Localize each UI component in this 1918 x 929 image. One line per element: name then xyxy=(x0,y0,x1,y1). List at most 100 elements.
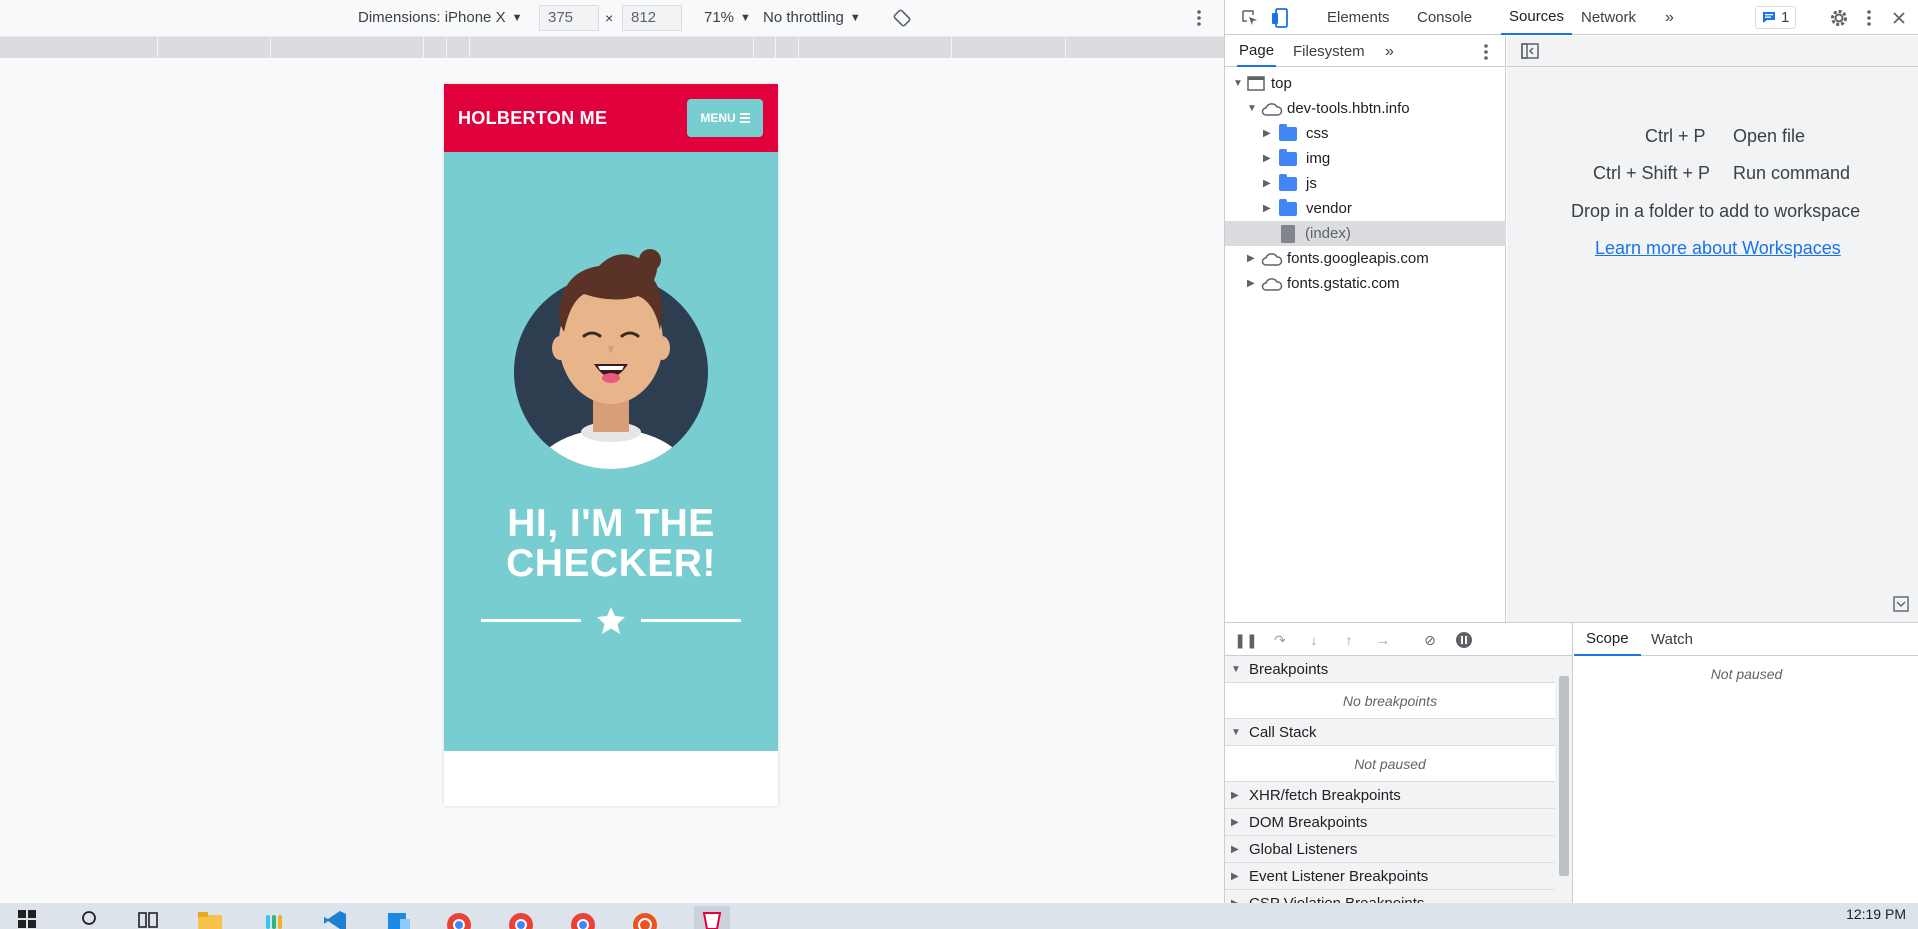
chrome-beta-icon[interactable] xyxy=(570,906,596,929)
tree-item-folder-js[interactable]: ▶ js xyxy=(1225,171,1506,196)
open-file-shortcut-keys: Ctrl + P xyxy=(1645,126,1706,146)
folder-icon xyxy=(1279,198,1297,216)
inspect-element-icon[interactable] xyxy=(1239,0,1261,35)
editor-pane: Ctrl + P Open file Ctrl + Shift + P Run … xyxy=(1507,36,1918,622)
tree-item-folder-css[interactable]: ▶ css xyxy=(1225,121,1506,146)
pause-on-exceptions-icon[interactable] xyxy=(1455,631,1473,649)
more-navigator-tabs-icon[interactable]: » xyxy=(1385,36,1394,67)
taskbar-clock: 12:19 PM xyxy=(1846,906,1906,922)
chrome-icon[interactable] xyxy=(446,906,472,929)
tab-elements[interactable]: Elements xyxy=(1327,0,1390,35)
media-query-ruler[interactable] xyxy=(0,36,1224,59)
tab-page[interactable]: Page xyxy=(1237,36,1277,67)
toggle-navigator-icon[interactable] xyxy=(1521,43,1539,59)
cloud-icon xyxy=(1261,252,1283,266)
step-over-icon[interactable]: ↷ xyxy=(1271,631,1289,649)
scope-watch-pane: Scope Watch Not paused xyxy=(1574,623,1918,904)
slack-icon[interactable] xyxy=(261,906,287,929)
devtools-tabbar: Elements Console Sources Network » 1 xyxy=(1225,0,1918,35)
throttling-dropdown[interactable]: No throttling ▼ xyxy=(763,0,861,35)
tree-label-gstatic: fonts.gstatic.com xyxy=(1287,275,1400,292)
tab-filesystem[interactable]: Filesystem xyxy=(1293,36,1365,67)
device-toolbar-toggle-icon[interactable] xyxy=(1269,0,1291,35)
star-divider xyxy=(481,607,741,634)
device-width-input[interactable] xyxy=(539,4,599,31)
tree-item-gstatic[interactable]: ▶ fonts.gstatic.com xyxy=(1225,271,1506,296)
chevron-down-icon: ▼ xyxy=(511,11,523,24)
chrome-profile-icon[interactable] xyxy=(508,906,534,929)
file-explorer-icon[interactable] xyxy=(197,906,223,929)
close-icon[interactable] xyxy=(1891,0,1907,35)
avatar-illustration xyxy=(514,249,708,469)
event-listener-breakpoints-header[interactable]: ▶ Event Listener Breakpoints xyxy=(1225,863,1555,890)
step-icon[interactable]: → xyxy=(1374,631,1392,649)
toggle-debugger-icon[interactable] xyxy=(1893,596,1909,612)
issues-count: 1 xyxy=(1781,9,1790,26)
navigator-menu-icon[interactable] xyxy=(1483,36,1489,67)
more-options-icon[interactable] xyxy=(1196,0,1202,35)
open-file-label: Open file xyxy=(1733,126,1806,146)
tree-item-index[interactable]: (index) xyxy=(1225,221,1506,246)
issues-badge[interactable]: 1 xyxy=(1755,0,1797,35)
tree-label-top: top xyxy=(1271,75,1292,92)
store-app-icon[interactable] xyxy=(386,906,412,929)
menu-button[interactable]: MENU xyxy=(687,99,763,137)
learn-workspaces-link[interactable]: Learn more about Workspaces xyxy=(1595,238,1841,259)
call-stack-header[interactable]: ▼ Call Stack xyxy=(1225,719,1555,746)
expand-triangle-icon: ▼ xyxy=(1247,103,1257,114)
frame-icon xyxy=(1247,76,1265,91)
step-out-icon[interactable]: ↑ xyxy=(1340,631,1358,649)
active-app-icon[interactable] xyxy=(694,906,730,929)
tab-console[interactable]: Console xyxy=(1417,0,1472,35)
tab-watch[interactable]: Watch xyxy=(1651,623,1693,656)
tree-item-folder-vendor[interactable]: ▶ vendor xyxy=(1225,196,1506,221)
collapse-triangle-icon: ▶ xyxy=(1263,128,1271,139)
dom-breakpoints-header[interactable]: ▶ DOM Breakpoints xyxy=(1225,809,1555,836)
debugger-scrollbar[interactable] xyxy=(1555,656,1572,904)
device-height-input[interactable] xyxy=(622,4,682,31)
run-command-label: Run command xyxy=(1733,163,1851,183)
tree-item-top[interactable]: ▼ top xyxy=(1225,71,1506,96)
settings-gear-icon[interactable] xyxy=(1829,0,1849,35)
sources-navigator: Page Filesystem » ▼ top ▼ dev-tools.hbtn… xyxy=(1225,36,1506,622)
tree-item-folder-img[interactable]: ▶ img xyxy=(1225,146,1506,171)
site-title[interactable]: HOLBERTON ME xyxy=(458,108,607,129)
windows-start-icon[interactable] xyxy=(14,906,40,929)
tree-item-googleapis[interactable]: ▶ fonts.googleapis.com xyxy=(1225,246,1506,271)
tab-scope[interactable]: Scope xyxy=(1574,623,1641,656)
customize-menu-icon[interactable] xyxy=(1863,0,1875,35)
drop-folder-hint: Drop in a folder to add to workspace xyxy=(1571,201,1861,221)
xhr-breakpoints-header[interactable]: ▶ XHR/fetch Breakpoints xyxy=(1225,782,1555,809)
ubuntu-icon[interactable] xyxy=(632,906,658,929)
deactivate-breakpoints-icon[interactable]: ⊘ xyxy=(1421,631,1439,649)
rotate-icon[interactable] xyxy=(893,0,911,35)
collapse-triangle-icon: ▶ xyxy=(1263,153,1271,164)
csp-violation-breakpoints-header[interactable]: ▶ CSP Violation Breakpoints xyxy=(1225,890,1555,904)
hero-section: HI, I'M THE CHECKER! xyxy=(444,152,778,751)
task-view-icon[interactable] xyxy=(135,906,161,929)
global-listeners-header[interactable]: ▶ Global Listeners xyxy=(1225,836,1555,863)
tree-item-domain[interactable]: ▼ dev-tools.hbtn.info xyxy=(1225,96,1506,121)
breakpoints-header[interactable]: ▼ Breakpoints xyxy=(1225,656,1555,683)
navigator-tabs: Page Filesystem » xyxy=(1225,36,1505,67)
scope-status: Not paused xyxy=(1710,666,1783,682)
search-icon[interactable] xyxy=(77,906,103,929)
editor-tabbar xyxy=(1507,36,1918,67)
collapse-triangle-icon: ▶ xyxy=(1263,203,1271,214)
tab-sources[interactable]: Sources xyxy=(1501,0,1573,35)
device-emulation-area: Dimensions: iPhone X ▼ × 71% ▼ No thrott… xyxy=(0,0,1224,903)
zoom-dropdown[interactable]: 71% ▼ xyxy=(704,0,751,35)
device-dimensions-dropdown[interactable]: Dimensions: iPhone X ▼ xyxy=(358,0,522,35)
step-into-icon[interactable]: ↓ xyxy=(1305,631,1323,649)
times-sign: × xyxy=(605,9,614,26)
device-dimensions-label: Dimensions: iPhone X xyxy=(358,9,506,26)
pause-icon[interactable]: ❚❚ xyxy=(1234,631,1257,649)
hamburger-icon xyxy=(739,113,750,123)
folder-icon xyxy=(1279,123,1297,141)
vscode-icon[interactable] xyxy=(322,906,348,929)
folder-icon xyxy=(1279,173,1297,191)
devtools-panel: Elements Console Sources Network » 1 Pag… xyxy=(1224,0,1918,904)
tab-network[interactable]: Network xyxy=(1581,0,1636,35)
more-tabs-icon[interactable]: » xyxy=(1665,0,1674,35)
cloud-icon xyxy=(1261,277,1283,291)
